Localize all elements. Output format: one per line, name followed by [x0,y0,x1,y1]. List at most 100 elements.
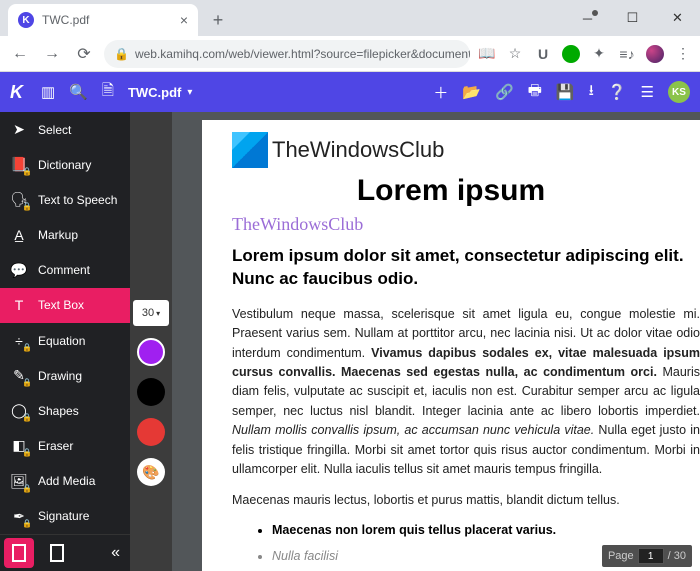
text-box-icon: T [10,297,28,313]
sidebar-item-label: Equation [38,334,85,348]
watermark-text: TheWindowsClub [232,214,700,235]
print-icon[interactable]: 🖶 [528,80,542,105]
sidebar-item-label: Signature [38,509,89,523]
add-icon[interactable]: ＋ [433,82,448,103]
sidebar-item-label: Dictionary [38,158,91,172]
browser-titlebar: K TWC.pdf × + ─ ☐ ✕ [0,0,700,36]
window-controls: ─ ☐ ✕ [565,0,700,36]
close-tab-icon[interactable]: × [180,12,188,28]
premium-lock-icon: 🔒 [22,167,32,176]
sidebar-item-text-to-speech[interactable]: 🗣🔒Text to Speech [0,182,130,217]
equation-icon: ÷🔒 [10,333,28,349]
text-to-speech-icon: 🗣🔒 [10,191,28,208]
premium-lock-icon: 🔒 [22,519,32,528]
maximize-button[interactable]: ☐ [610,0,655,36]
signature-icon: ✒🔒 [10,508,28,525]
page-counter: Page / 30 [602,545,692,567]
premium-lock-icon: 🔒 [22,413,32,422]
reader-icon[interactable]: 📖 [478,45,496,63]
sidebar-item-label: Markup [38,228,78,242]
open-folder-icon[interactable]: 📂 [462,83,481,101]
premium-lock-icon: 🔒 [22,484,32,493]
sidebar-item-label: Text Box [38,298,84,312]
color-palette-button[interactable]: 🎨 [137,458,165,486]
pdf-page: TheWindowsClub Lorem ipsum TheWindowsClu… [202,120,700,571]
paragraph-1: Vestibulum neque massa, scelerisque sit … [232,305,700,479]
browser-menu-icon[interactable]: ⋮ [674,45,692,63]
sidebar-item-comment[interactable]: 💬 Comment [0,253,130,288]
file-icon[interactable]: 🗎 [102,80,114,105]
ublock-icon[interactable]: U [534,45,552,63]
url-text: web.kamihq.com/web/viewer.html?source=fi… [135,47,470,61]
menu-icon[interactable]: ☰ [641,83,654,101]
doc-title: Lorem ipsum [202,174,700,208]
sidebar-item-select[interactable]: ➤ Select [0,112,130,147]
site-name: TheWindowsClub [272,137,444,163]
download-icon[interactable]: ⭳ [589,80,594,105]
extensions-icon[interactable]: ✦ [590,45,608,63]
save-icon[interactable]: 💾 [556,83,575,101]
tool-options-panel: 30 🎨 [130,112,172,571]
sidebar-item-markup[interactable]: A̲ Markup [0,217,130,252]
kami-favicon: K [18,12,34,28]
two-page-view[interactable] [42,538,72,568]
markup-icon: A̲ [10,227,28,243]
toggle-sidebar-icon[interactable]: ▥ [41,83,55,101]
reload-button[interactable]: ⟳ [72,42,96,66]
sidebar-item-label: Shapes [38,404,79,418]
doc-subheading: Lorem ipsum dolor sit amet, consectetur … [232,245,700,291]
page-number-input[interactable] [638,548,664,564]
forward-button[interactable]: → [40,42,64,66]
sidebar-item-eraser[interactable]: ◧🔒Eraser [0,428,130,463]
premium-lock-icon: 🔒 [22,202,32,211]
share-icon[interactable]: 🔗 [495,83,514,101]
tool-sidebar: ➤Select📕🔒Dictionary🗣🔒Text to SpeechA̲Mar… [0,112,130,571]
select-icon: ➤ [10,121,28,138]
document-viewport[interactable]: TheWindowsClub Lorem ipsum TheWindowsClu… [172,112,700,571]
sidebar-item-label: Comment [38,263,90,277]
user-badge[interactable]: KS [668,81,690,103]
drawing-icon: ✎🔒 [10,367,28,384]
playlist-icon[interactable]: ≡♪ [618,45,636,63]
page-label: Page [608,550,634,562]
sidebar-item-add-media[interactable]: 🖼🔒Add Media [0,464,130,499]
profile-avatar[interactable] [646,45,664,63]
font-size-selector[interactable]: 30 [133,300,169,326]
sidebar-item-label: Select [38,123,71,137]
browser-tab[interactable]: K TWC.pdf × [8,4,198,36]
sidebar-item-equation[interactable]: ÷🔒 Equation [0,323,130,358]
bookmark-icon[interactable]: ☆ [506,45,524,63]
list-item: Maecenas non lorem quis tellus placerat … [272,523,700,537]
premium-lock-icon: 🔒 [22,378,32,387]
color-swatch[interactable] [137,338,165,366]
help-icon[interactable]: ❔ [608,83,627,101]
kami-logo[interactable]: K [10,82,23,103]
new-tab-button[interactable]: + [204,6,232,34]
sidebar-item-text-box[interactable]: T Text Box [0,288,130,323]
lock-icon: 🔒 [114,47,129,61]
close-window-button[interactable]: ✕ [655,0,700,36]
comment-icon: 💬 [10,262,28,279]
sidebar-item-drawing[interactable]: ✎🔒 Drawing [0,358,130,393]
back-button[interactable]: ← [8,42,32,66]
eraser-icon: ◧🔒 [10,437,28,454]
file-menu-chevron-icon[interactable]: ▾ [187,87,192,98]
sidebar-item-shapes[interactable]: ◯🔒Shapes [0,393,130,428]
file-name: TWC.pdf [128,85,181,100]
collapse-sidebar-icon[interactable]: « [111,544,120,562]
address-bar[interactable]: 🔒 web.kamihq.com/web/viewer.html?source=… [104,40,470,68]
sidebar-bottom: « [0,534,130,571]
ext-green-icon[interactable] [562,45,580,63]
color-swatch[interactable] [137,378,165,406]
single-page-view[interactable] [4,538,34,568]
sidebar-item-signature[interactable]: ✒🔒 Signature [0,499,130,534]
find-icon[interactable]: 🔍 [69,83,88,101]
color-swatch[interactable] [137,418,165,446]
twc-logo [232,132,268,168]
sidebar-item-dictionary[interactable]: 📕🔒Dictionary [0,147,130,182]
minimize-button[interactable]: ─ [565,0,610,36]
tab-title: TWC.pdf [42,13,89,27]
address-bar-row: ← → ⟳ 🔒 web.kamihq.com/web/viewer.html?s… [0,36,700,72]
sidebar-item-label: Drawing [38,369,82,383]
app-toolbar: K ▥ 🔍 🗎 TWC.pdf ▾ ＋ 📂 🔗 🖶 💾 ⭳ ❔ ☰ KS [0,72,700,112]
